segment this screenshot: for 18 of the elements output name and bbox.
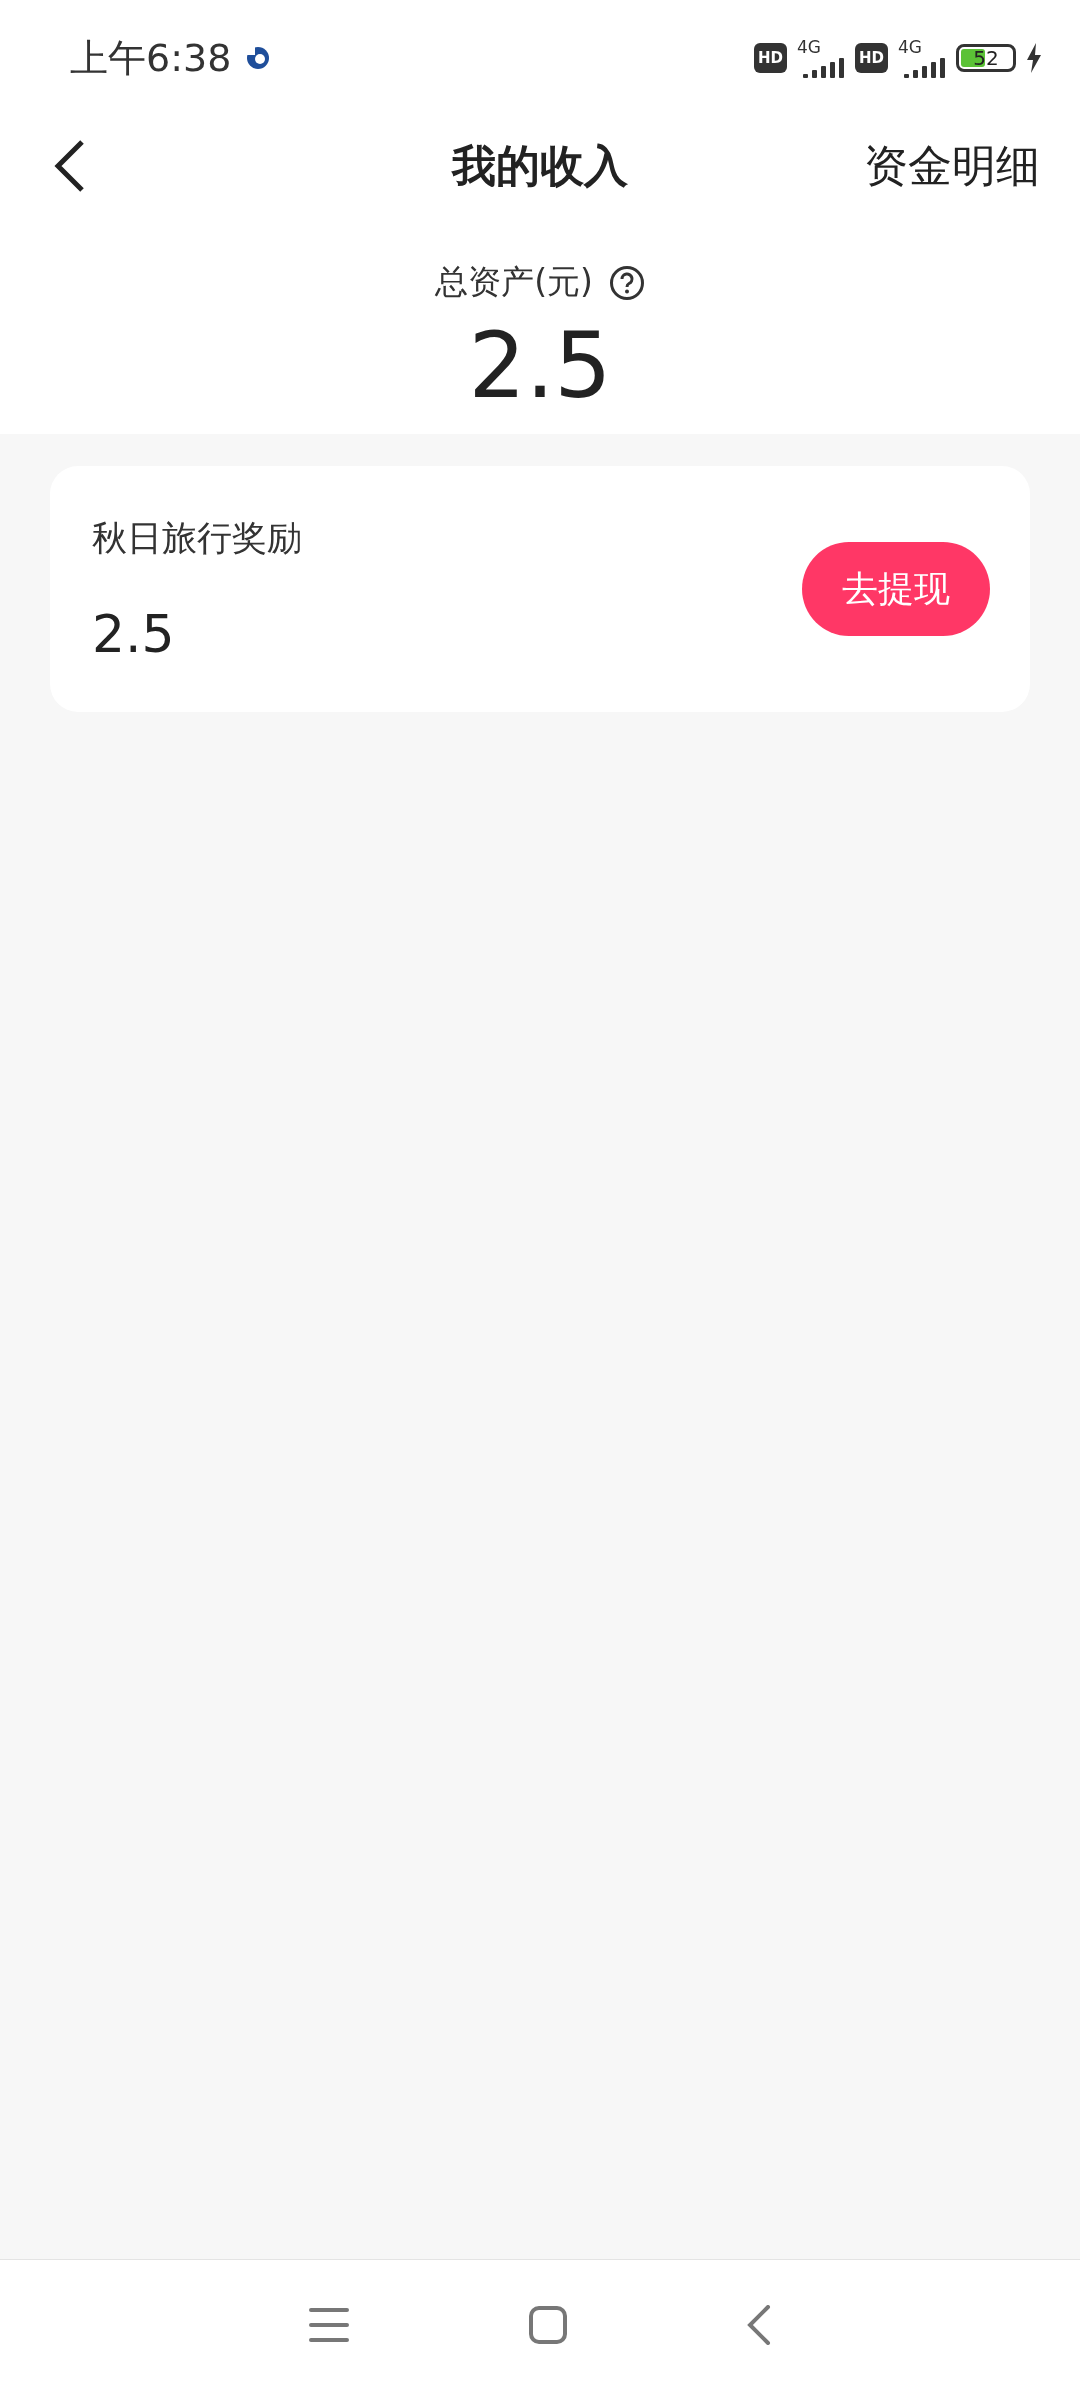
menu-icon[interactable] bbox=[309, 2307, 349, 2343]
app-notification-icon bbox=[245, 45, 272, 71]
back-icon[interactable] bbox=[747, 2305, 771, 2345]
home-icon[interactable] bbox=[529, 2306, 567, 2344]
status-time: 上午6:38 bbox=[70, 34, 232, 82]
total-assets-amount: 2.5 bbox=[468, 313, 612, 418]
fund-details-link[interactable]: 资金明细 bbox=[864, 136, 1040, 196]
reward-amount: 2.5 bbox=[92, 603, 176, 664]
network-type: 4G bbox=[797, 38, 821, 56]
withdraw-button[interactable]: 去提现 bbox=[802, 542, 990, 636]
reward-title: 秋日旅行奖励 bbox=[92, 516, 302, 560]
hd-badge: HD bbox=[855, 43, 888, 73]
hd-badge: HD bbox=[753, 43, 787, 73]
page-title: 我的收入 bbox=[452, 138, 628, 193]
total-assets-label: 总资产(元) bbox=[435, 261, 593, 303]
help-icon[interactable] bbox=[608, 264, 645, 301]
network-type: 4G bbox=[898, 38, 922, 56]
charging-icon bbox=[1026, 43, 1042, 73]
